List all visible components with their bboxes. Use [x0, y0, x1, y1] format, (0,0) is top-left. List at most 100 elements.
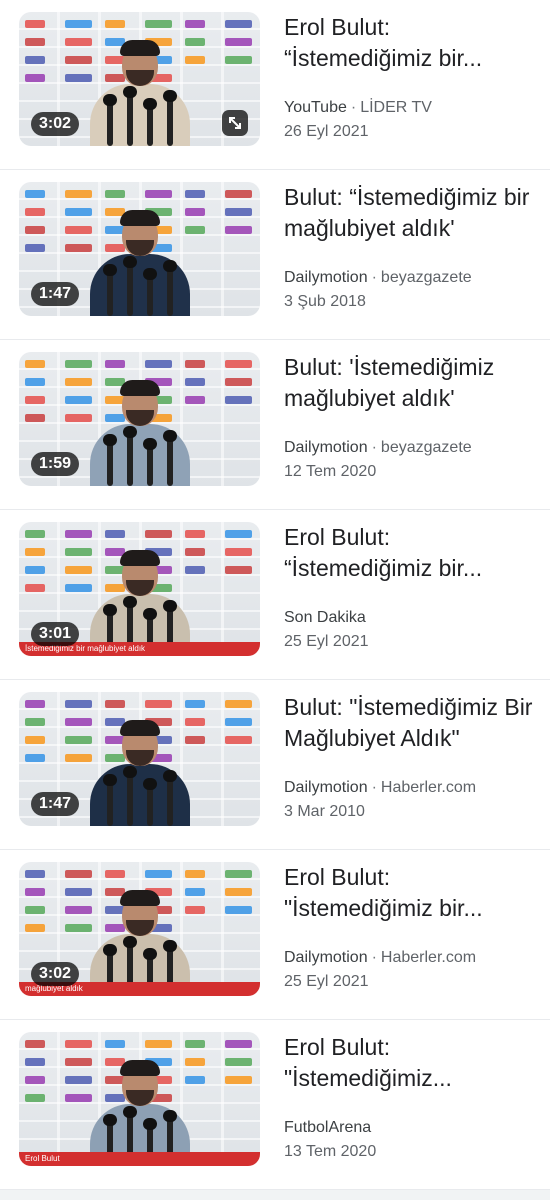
sponsor-logo [225, 208, 252, 216]
microphone [102, 774, 117, 826]
sponsor-logo [25, 718, 45, 726]
speaker-hair [119, 40, 160, 56]
sponsor-logo [25, 888, 45, 896]
video-date: 25 Eyl 2021 [284, 973, 369, 990]
sponsor-logo [25, 38, 45, 46]
video-result[interactable]: mağlubiyet aldık 3:02 Erol Bulut: "İstem… [0, 850, 550, 1020]
bottom-divider [0, 1190, 550, 1200]
microphones [95, 766, 185, 826]
sponsor-logo [225, 1040, 252, 1048]
news-ticker: Erol Bulut [19, 1152, 260, 1166]
video-thumbnail[interactable]: 1:59 [19, 352, 260, 486]
sponsor-logo [185, 20, 205, 28]
duration-badge: 3:02 [31, 962, 80, 986]
sponsor-logo [25, 870, 45, 878]
video-title[interactable]: Erol Bulut: "İstemediğimiz bir... [284, 862, 534, 924]
video-channel: beyazgazete [380, 269, 472, 286]
sponsor-logo [225, 736, 252, 744]
sponsor-logo [105, 530, 125, 538]
microphone [162, 770, 177, 826]
sponsor-logo [185, 700, 205, 708]
sponsor-logo [145, 360, 172, 368]
sponsor-logo [145, 20, 172, 28]
video-title[interactable]: Erol Bulut: “İstemediğimiz bir... [284, 522, 534, 584]
video-channel: LİDER TV [360, 99, 432, 116]
video-result[interactable]: Erol Bulut Erol Bulut: "İstemediğimiz...… [0, 1020, 550, 1190]
sponsor-logo [25, 1094, 45, 1102]
sponsor-logo [225, 38, 252, 46]
microphones [95, 256, 185, 316]
video-source: Dailymotion [284, 269, 368, 286]
sponsor-logo [25, 906, 45, 914]
video-thumbnail[interactable]: Erol Bulut [19, 1032, 260, 1166]
microphones [95, 426, 185, 486]
video-date: 3 Şub 2018 [284, 293, 366, 310]
sponsor-logo [25, 74, 45, 82]
microphone [142, 268, 157, 316]
video-thumbnail[interactable]: İstemediğimiz bir mağlubiyet aldık 3:01 [19, 522, 260, 656]
video-title[interactable]: Bulut: “İstemediğimiz bir mağlubiyet ald… [284, 182, 534, 244]
video-source: Son Dakika [284, 609, 366, 626]
speaker-hair [119, 380, 160, 396]
video-title[interactable]: Bulut: 'İstemediğimiz mağlubiyet aldık' [284, 352, 534, 414]
sponsor-logo [225, 718, 252, 726]
microphone [102, 264, 117, 316]
sponsor-logo [25, 548, 45, 556]
sponsor-logo [25, 1076, 45, 1084]
video-meta: Son Dakika· 25 Eyl 2021 [284, 606, 534, 654]
microphone [122, 256, 137, 316]
microphone [122, 426, 137, 486]
video-result[interactable]: 1:47 Bulut: “İstemediğimiz bir mağlubiye… [0, 170, 550, 340]
sponsor-logo [25, 924, 45, 932]
video-title[interactable]: Erol Bulut: "İstemediğimiz... [284, 1032, 534, 1094]
video-title[interactable]: Bulut: "İstemediğimiz Bir Mağlubiyet Ald… [284, 692, 534, 754]
sponsor-logo [25, 584, 45, 592]
meta-separator: · [350, 99, 357, 116]
meta-separator: · [371, 949, 377, 966]
sponsor-logo [65, 360, 92, 368]
sponsor-logo [185, 190, 205, 198]
video-thumbnail[interactable]: mağlubiyet aldık 3:02 [19, 862, 260, 996]
sponsor-logo [65, 20, 92, 28]
sponsor-logo [25, 1058, 45, 1066]
video-meta: YouTube · LİDER TV 26 Eyl 2021 [284, 96, 534, 144]
meta-separator: · [371, 779, 377, 796]
sponsor-logo [25, 414, 45, 422]
video-result[interactable]: 1:47 Bulut: "İstemediğimiz Bir Mağlubiye… [0, 680, 550, 850]
sponsor-logo [65, 700, 92, 708]
video-source: YouTube [284, 99, 347, 116]
microphone [142, 778, 157, 826]
video-source: Dailymotion [284, 779, 368, 796]
video-meta: Dailymotion · Haberler.com 25 Eyl 2021 [284, 946, 534, 994]
video-source: FutbolArena [284, 1119, 372, 1136]
duration-badge: 3:01 [31, 622, 80, 646]
sponsor-logo [105, 360, 125, 368]
microphone [122, 86, 137, 146]
sponsor-logo [25, 530, 45, 538]
video-result[interactable]: 1:59 Bulut: 'İstemediğimiz mağlubiyet al… [0, 340, 550, 510]
sponsor-logo [225, 1058, 252, 1066]
meta-separator: · [371, 439, 377, 456]
speaker-hair [119, 1060, 160, 1076]
video-title[interactable]: Erol Bulut: “İstemediğimiz bir... [284, 12, 534, 74]
sponsor-logo [25, 566, 45, 574]
video-result[interactable]: İstemediğimiz bir mağlubiyet aldık 3:01 … [0, 510, 550, 680]
sponsor-logo [25, 754, 45, 762]
video-result[interactable]: 3:02 Erol Bulut: “İstemediğimiz bir... Y… [0, 0, 550, 170]
video-channel: beyazgazete [380, 439, 472, 456]
video-date: 13 Tem 2020 [284, 1143, 377, 1160]
sponsor-logo [25, 396, 45, 404]
microphones [95, 86, 185, 146]
video-thumbnail[interactable]: 3:02 [19, 12, 260, 146]
sponsor-logo [225, 20, 252, 28]
video-thumbnail[interactable]: 1:47 [19, 182, 260, 316]
microphone [102, 434, 117, 486]
expand-icon[interactable] [222, 110, 248, 136]
video-results-list: 3:02 Erol Bulut: “İstemediğimiz bir... Y… [0, 0, 550, 1190]
video-thumbnail[interactable]: 1:47 [19, 692, 260, 826]
video-meta: Dailymotion · Haberler.com 3 Mar 2010 [284, 776, 534, 824]
sponsor-logo [25, 360, 45, 368]
sponsor-logo [25, 244, 45, 252]
sponsor-logo [105, 870, 125, 878]
sponsor-logo [225, 566, 252, 574]
